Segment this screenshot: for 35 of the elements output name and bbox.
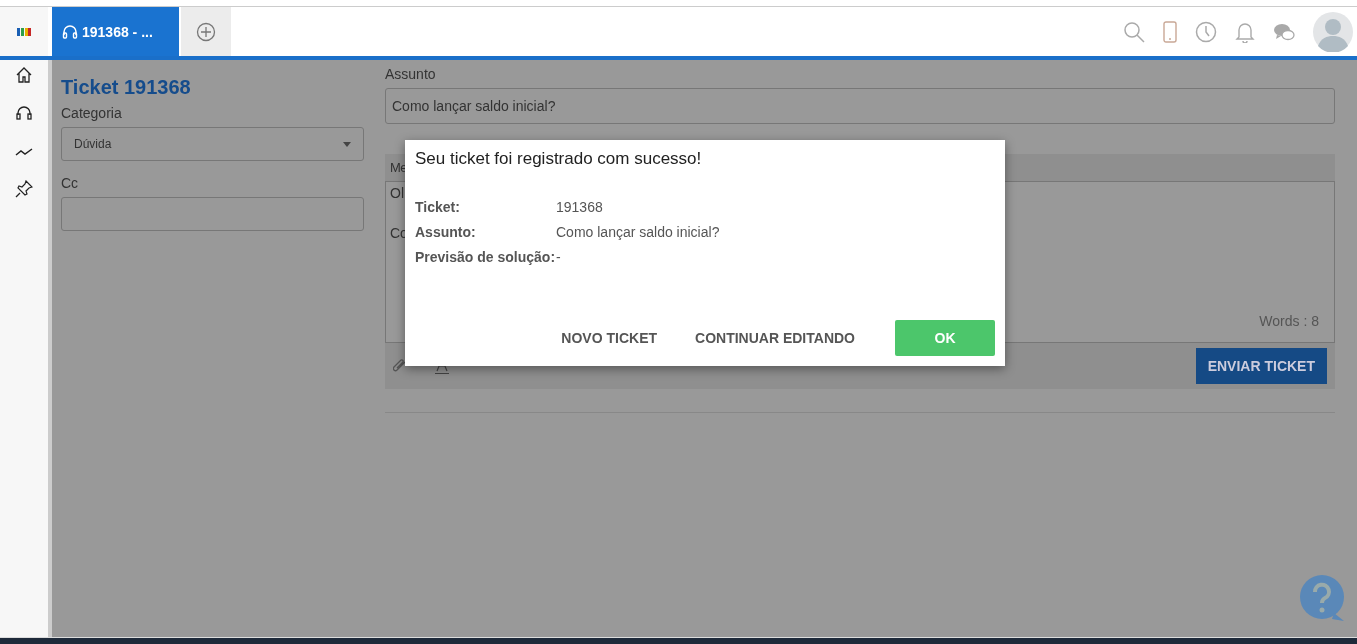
send-ticket-button[interactable]: ENVIAR TICKET: [1195, 348, 1327, 384]
dialog-title: Seu ticket foi registrado com sucesso!: [415, 149, 703, 169]
field-label: Cc: [61, 175, 80, 191]
field-label: Assunto: [385, 66, 437, 82]
help-icon[interactable]: [1300, 575, 1346, 623]
detail-label: Previsão de solução:: [415, 249, 556, 265]
home-icon[interactable]: [15, 66, 33, 84]
add-tab-icon[interactable]: [196, 21, 216, 42]
field-label: Categoria: [61, 105, 123, 121]
detail-value: -: [556, 249, 562, 265]
logo-icon: [17, 26, 31, 37]
phone-icon[interactable]: [1163, 20, 1177, 43]
ticket-title: Ticket 191368: [61, 76, 192, 99]
clock-icon[interactable]: [1195, 20, 1217, 43]
subject-field[interactable]: Como lançar saldo inicial?: [385, 88, 1335, 124]
headset-icon: [62, 23, 78, 40]
caret-icon: [343, 141, 351, 147]
word-count: Words : 8: [1259, 313, 1319, 329]
category-dropdown[interactable]: Dúvida: [61, 127, 364, 161]
search-icon[interactable]: [1123, 20, 1145, 43]
ticket-tab[interactable]: 191368 - ...: [52, 7, 179, 56]
bell-icon[interactable]: [1235, 20, 1255, 43]
detail-value: Como lançar saldo inicial?: [556, 224, 721, 240]
dialog-button[interactable]: CONTINUAR EDITANDO: [683, 320, 867, 356]
pushpin-icon[interactable]: [15, 180, 33, 198]
headset-icon[interactable]: [15, 104, 33, 122]
message-text: Ol: [390, 185, 405, 201]
paperclip-icon[interactable]: [393, 359, 407, 373]
cc-field[interactable]: [61, 197, 364, 231]
detail-value: 191368: [556, 199, 604, 215]
dialog-button[interactable]: NOVO TICKET: [549, 320, 670, 356]
detail-label: Ticket:: [415, 199, 461, 215]
chat-icon[interactable]: [1273, 21, 1295, 42]
avatar-icon[interactable]: [1313, 11, 1353, 52]
detail-label: Assunto:: [415, 224, 477, 240]
